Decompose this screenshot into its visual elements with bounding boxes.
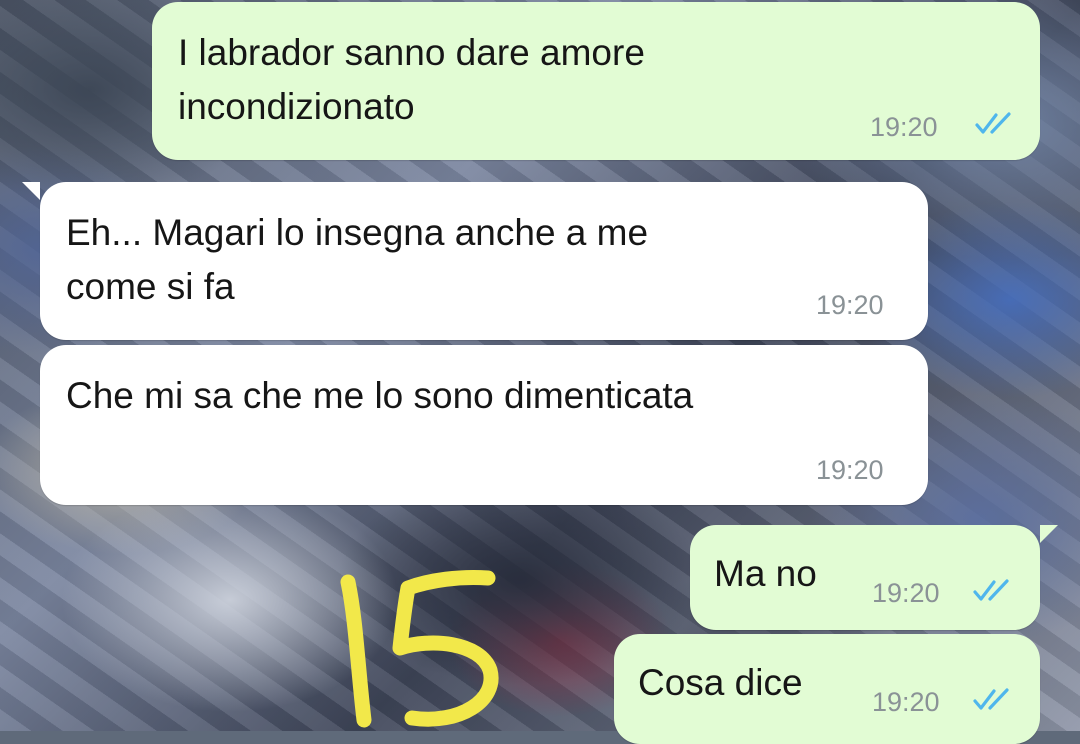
bubble-tail [22,182,40,200]
message-text: Eh... Magari lo insegna anche a me come … [66,212,649,307]
message-bubble-outgoing[interactable]: Cosa dice 19:20 [614,634,1040,744]
message-text: Che mi sa che me lo sono dimenticata [66,375,694,416]
double-check-icon [973,688,1009,710]
message-timestamp: 19:20 [816,290,884,320]
message-text: I labrador sanno dare amore incondiziona… [178,32,645,127]
message-text: Ma no [714,553,817,594]
message-timestamp: 19:20 [872,687,940,717]
message-bubble-incoming[interactable]: Eh... Magari lo insegna anche a me come … [40,182,928,340]
message-bubble-outgoing[interactable]: Ma no 19:20 [690,525,1040,630]
double-check-icon [975,112,1011,134]
message-bubble-outgoing[interactable]: I labrador sanno dare amore incondiziona… [152,2,1040,160]
handwritten-annotation [340,570,499,728]
message-timestamp: 19:20 [872,578,940,608]
message-text: Cosa dice [638,662,803,703]
message-timestamp: 19:20 [870,112,938,142]
message-bubble-incoming[interactable]: Che mi sa che me lo sono dimenticata 19:… [40,345,928,505]
double-check-icon [973,579,1009,601]
message-timestamp: 19:20 [816,455,884,485]
bubble-tail [1040,525,1058,543]
